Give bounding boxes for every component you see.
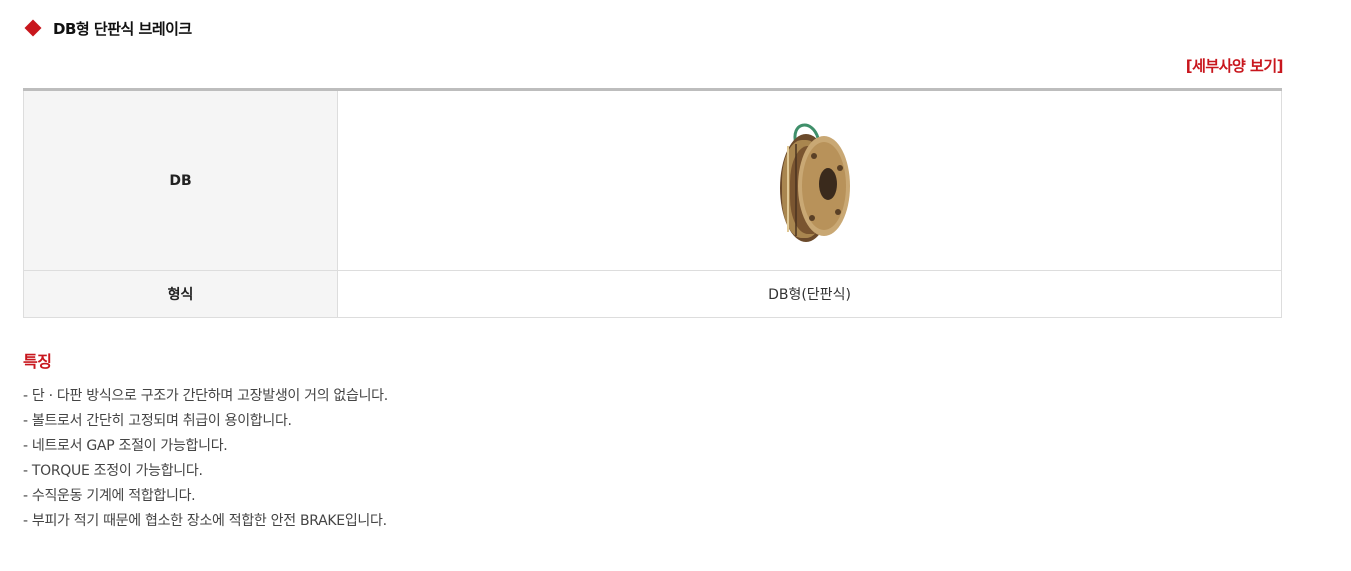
list-item: - 볼트로서 간단히 고정되며 취급이 용이합니다. <box>23 413 292 429</box>
features-title: 특징 <box>23 352 52 371</box>
view-spec-link[interactable]: [세부사양 보기] <box>1186 55 1284 76</box>
list-item: - 수직운동 기계에 적합합니다. <box>23 488 196 504</box>
list-item: - 네트로서 GAP 조절이 가능합니다. <box>23 438 228 454</box>
page-title: DB형 단판식 브레이크 <box>53 19 192 38</box>
type-value: DB형(단판식) <box>337 270 1282 318</box>
list-item: - 부피가 적기 때문에 협소한 장소에 적합한 안전 BRAKE입니다. <box>23 513 387 529</box>
product-image-cell <box>337 89 1282 271</box>
model-label: DB <box>23 89 338 271</box>
features-list: - 단 · 다판 방식으로 구조가 간단하며 고장발생이 거의 없습니다. - … <box>23 384 388 534</box>
features-section: 특징 - 단 · 다판 방식으로 구조가 간단하며 고장발생이 거의 없습니다.… <box>23 348 388 534</box>
type-label: 형식 <box>23 270 338 318</box>
table-row-type: 형식 DB형(단판식) <box>23 270 1282 318</box>
list-item: - 단 · 다판 방식으로 구조가 간단하며 고장발생이 거의 없습니다. <box>23 388 388 404</box>
list-item: - TORQUE 조정이 가능합니다. <box>23 463 203 479</box>
section-title: DB형 단판식 브레이크 <box>24 16 192 40</box>
red-diamond-icon <box>24 19 42 37</box>
table-row-model: DB <box>23 89 1282 271</box>
brake-product-image <box>779 123 850 242</box>
spec-table: DB 형식 DB형(단판식) <box>23 88 1282 318</box>
